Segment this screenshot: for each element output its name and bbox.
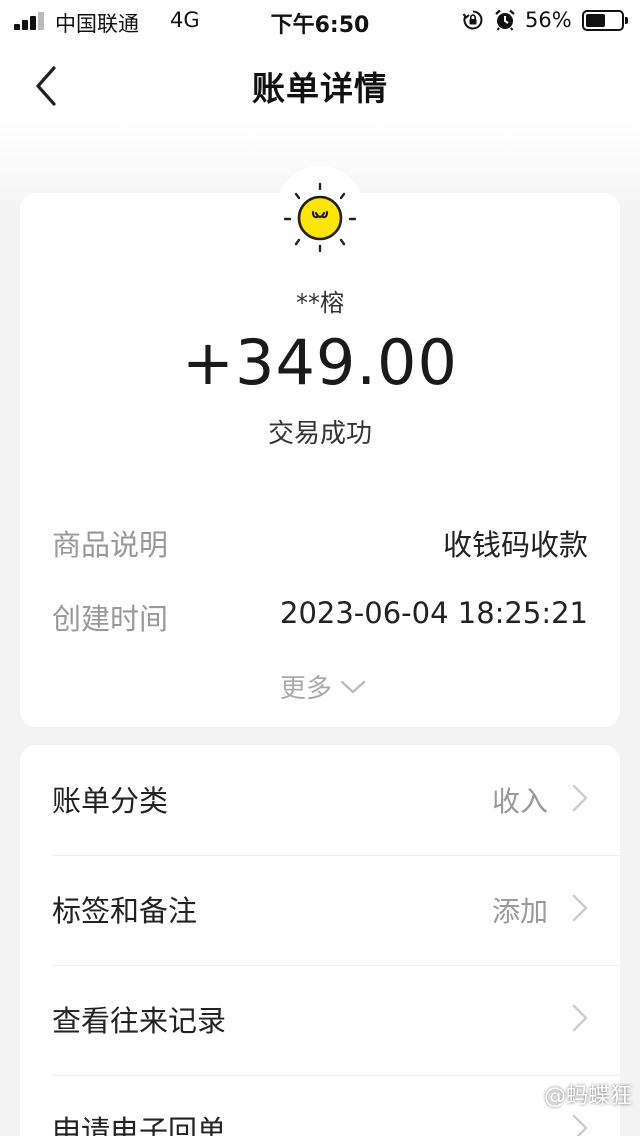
- payer-avatar[interactable]: [276, 166, 364, 254]
- chevron-down-icon: [340, 680, 366, 693]
- product-description-value: 收钱码收款: [442, 528, 588, 562]
- nav-bar: 账单详情: [0, 42, 640, 128]
- rotation-lock-icon: [462, 10, 483, 30]
- list-item-label: 账单分类: [52, 784, 169, 818]
- battery-percent: 56%: [525, 8, 572, 32]
- watermark: @蚂蝶狂: [522, 1078, 632, 1110]
- battery-icon: [582, 10, 628, 31]
- created-time-label: 创建时间: [52, 602, 169, 636]
- chevron-right-icon: [572, 784, 588, 812]
- list-item-transaction-history[interactable]: 查看往来记录: [20, 965, 620, 1075]
- page-title: 账单详情: [252, 69, 388, 108]
- chevron-right-icon: [572, 1004, 588, 1032]
- list-item-value: 收入: [491, 785, 548, 818]
- list-item-tags-notes[interactable]: 标签和备注 添加: [20, 855, 620, 965]
- list-item-value: 添加: [491, 895, 548, 928]
- list-item-label: 标签和备注: [52, 894, 198, 928]
- list-item-label: 申请电子回单: [52, 1114, 227, 1136]
- status-bar: 中国联通 4G 下午6:50 56%: [0, 0, 640, 42]
- transaction-status: 交易成功: [267, 419, 372, 449]
- chevron-right-icon: [572, 1114, 588, 1136]
- more-button[interactable]: 更多: [280, 668, 366, 705]
- transaction-summary-card: [20, 193, 620, 727]
- watermark-text: @蚂蝶狂: [543, 1084, 632, 1109]
- more-label: 更多: [280, 674, 333, 704]
- transaction-amount: +349.00: [182, 326, 458, 399]
- product-description-label: 商品说明: [52, 528, 169, 562]
- list-item-bill-category[interactable]: 账单分类 收入: [20, 745, 620, 855]
- battery-fill: [586, 14, 606, 27]
- bill-detail-page: 中国联通 4G 下午6:50 56% 账单详情 **榕 +349.00 交易成功…: [0, 0, 640, 1136]
- sun-smiley-icon: [283, 182, 357, 253]
- payer-name: **榕: [296, 289, 344, 317]
- created-time-value: 2023-06-04 18:25:21: [280, 596, 588, 630]
- alarm-icon: [495, 9, 515, 31]
- list-item-label: 查看往来记录: [52, 1004, 227, 1038]
- chevron-right-icon: [572, 894, 588, 922]
- douyin-logo-icon: [522, 1084, 540, 1103]
